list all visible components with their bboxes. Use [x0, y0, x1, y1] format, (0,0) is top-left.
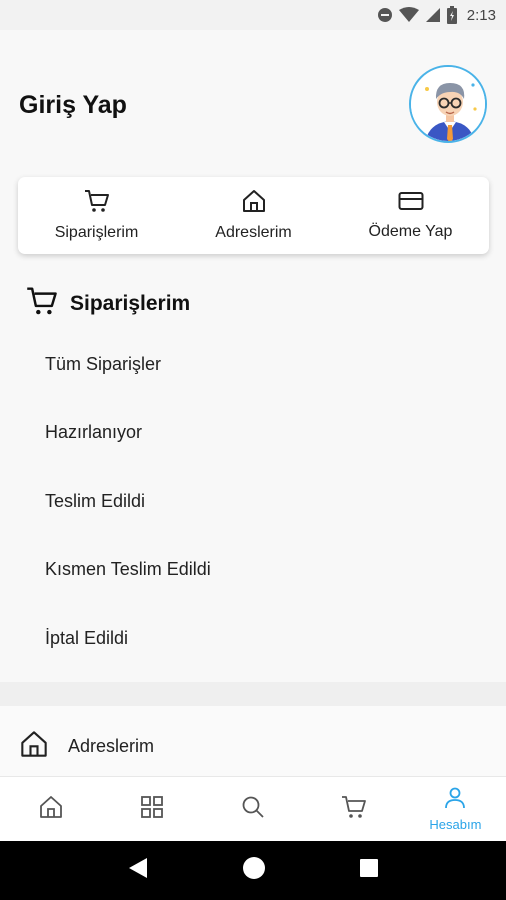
quick-actions-card: Siparişlerim Adreslerim Ödeme Yap: [18, 177, 489, 254]
menu-item-partially-delivered[interactable]: Kısmen Teslim Edildi: [0, 536, 506, 605]
nav-search[interactable]: [202, 777, 303, 841]
do-not-disturb-icon: [377, 7, 393, 23]
header: Giriş Yap: [0, 30, 506, 170]
menu-item-all-orders[interactable]: Tüm Siparişler: [0, 330, 506, 399]
nav-account-label: Hesabım: [429, 817, 482, 832]
nav-cart[interactable]: [304, 777, 405, 841]
orders-menu-list: Tüm Siparişler Hazırlanıyor Teslim Edild…: [0, 330, 506, 673]
cart-icon: [341, 795, 367, 824]
home-button-icon[interactable]: [242, 856, 266, 885]
credit-card-icon: [398, 190, 424, 217]
wifi-icon: [398, 7, 419, 23]
back-icon[interactable]: [127, 856, 149, 885]
quick-action-label: Ödeme Yap: [368, 223, 453, 240]
categories-icon: [140, 795, 164, 824]
battery-icon: [446, 6, 457, 24]
orders-section-title: Siparişlerim: [70, 291, 191, 315]
search-icon: [241, 795, 265, 824]
signal-icon: [425, 7, 441, 23]
quick-action-payment[interactable]: Ödeme Yap: [332, 177, 489, 254]
section-divider: [0, 682, 506, 706]
nav-home[interactable]: [0, 777, 101, 841]
quick-action-addresses[interactable]: Adreslerim: [175, 177, 332, 254]
quick-action-label: Adreslerim: [215, 224, 292, 241]
addresses-label: Adreslerim: [68, 735, 155, 756]
menu-item-preparing[interactable]: Hazırlanıyor: [0, 399, 506, 468]
system-navigation-bar: [0, 841, 506, 900]
addresses-row[interactable]: Adreslerim: [0, 706, 506, 786]
menu-item-cancelled[interactable]: İptal Edildi: [0, 604, 506, 673]
cart-icon: [84, 189, 110, 218]
home-icon: [242, 189, 266, 218]
quick-action-orders[interactable]: Siparişlerim: [18, 177, 175, 254]
avatar[interactable]: [409, 65, 487, 143]
status-time: 2:13: [466, 6, 496, 24]
account-icon: [443, 786, 467, 815]
home-icon: [20, 730, 48, 763]
menu-item-delivered[interactable]: Teslim Edildi: [0, 467, 506, 536]
quick-action-label: Siparişlerim: [54, 224, 139, 241]
status-bar: 2:13: [0, 0, 506, 30]
account-screen: Giriş Yap Siparişlerim Adreslerim Ödeme …: [0, 30, 506, 841]
nav-categories[interactable]: [101, 777, 202, 841]
bottom-navigation: Hesabım: [0, 776, 506, 841]
orders-section-heading: Siparişlerim: [26, 286, 190, 321]
recents-icon[interactable]: [359, 858, 379, 883]
cart-icon: [26, 286, 58, 321]
home-icon: [39, 795, 63, 824]
nav-account[interactable]: Hesabım: [405, 777, 506, 841]
login-title[interactable]: Giriş Yap: [19, 91, 127, 120]
